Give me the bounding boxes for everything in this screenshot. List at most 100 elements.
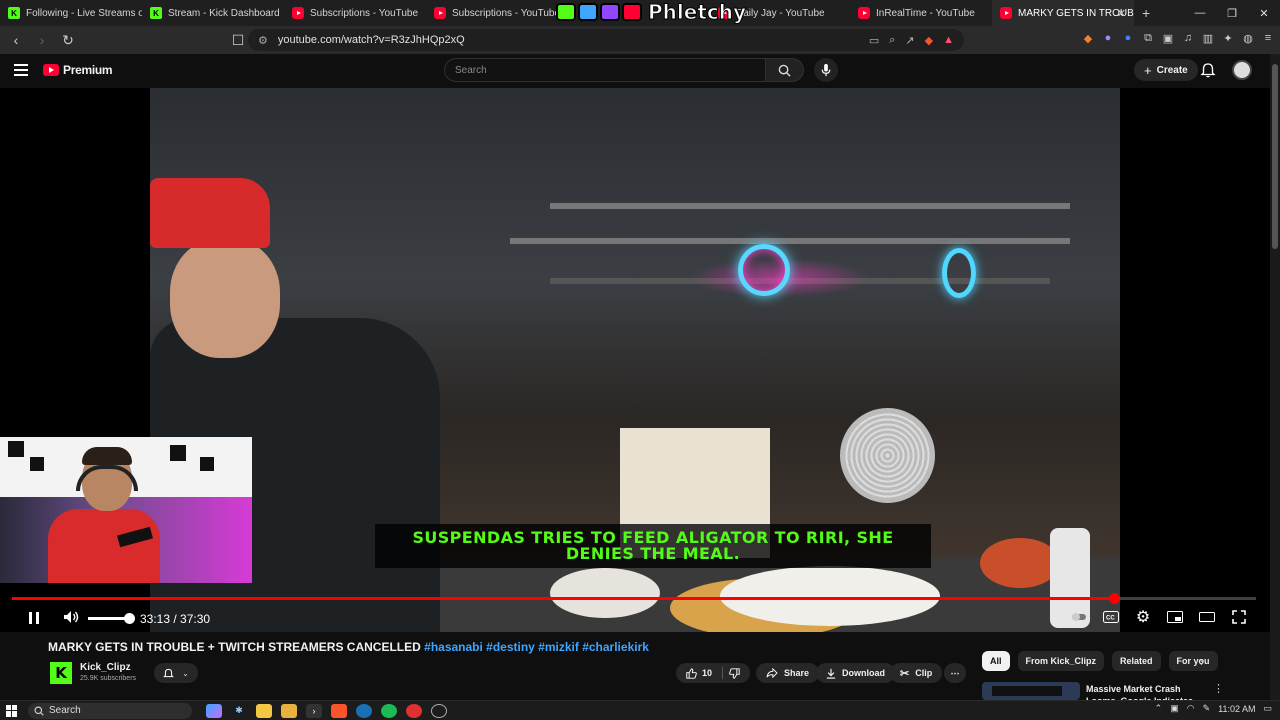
more-vertical-icon[interactable]: ⋮ [1213, 682, 1224, 695]
browser-tab[interactable]: Subscriptions - YouTube [426, 0, 568, 26]
fullscreen-icon[interactable] [1230, 608, 1248, 626]
browser-tab-active[interactable]: MARKY GETS IN TROUB ✕ [992, 0, 1134, 26]
browser-tab[interactable]: Subscriptions - YouTube [284, 0, 426, 26]
extension-box-icon[interactable]: ▣ [1162, 32, 1174, 46]
taskbar-search[interactable]: Search [28, 702, 192, 719]
back-icon[interactable]: ‹ [6, 32, 26, 48]
search-button[interactable] [766, 58, 804, 82]
volume-slider[interactable] [88, 613, 135, 624]
tray-expand-icon[interactable]: ⌃ [1155, 703, 1163, 714]
brave-rewards-icon[interactable]: ▲ [943, 34, 954, 47]
extensions-toolbar: ◆ ● ● ⧉ ▣ ♫ ▥ ✦ ◍ ≡ [1082, 32, 1274, 46]
file-explorer-icon[interactable] [281, 703, 297, 718]
volume-icon[interactable] [62, 608, 80, 626]
recommended-video-thumbnail[interactable] [982, 682, 1080, 700]
more-actions-button[interactable]: ⋯ [944, 663, 966, 683]
spotify-icon[interactable] [381, 703, 397, 718]
site-settings-icon[interactable]: ⚙ [258, 34, 268, 47]
hamburger-menu-icon[interactable] [14, 64, 28, 76]
brave-browser-icon[interactable] [331, 703, 347, 718]
account-avatar[interactable] [1232, 60, 1252, 80]
leo-ai-icon[interactable]: ✦ [1222, 32, 1234, 46]
volume-knob[interactable] [124, 613, 135, 624]
subtitles-icon[interactable]: CC [1102, 608, 1120, 626]
chevron-right-icon[interactable]: › [1200, 655, 1204, 669]
notepad-icon[interactable] [256, 703, 272, 718]
terminal-icon[interactable]: › [306, 703, 322, 718]
cast-icon[interactable]: ▭ [869, 34, 879, 47]
channel-avatar[interactable]: K [50, 662, 72, 684]
zoom-icon[interactable]: ⌕ [889, 34, 895, 47]
extension-circle-icon[interactable]: ● [1122, 32, 1134, 46]
video-player[interactable]: SUSPENDAS TRIES TO FEED ALIGATOR TO RIRI… [0, 88, 1270, 632]
page-scrollbar[interactable] [1270, 54, 1280, 700]
voice-search-button[interactable] [814, 58, 838, 82]
wifi-icon[interactable]: ◠ [1187, 703, 1195, 714]
autoplay-toggle[interactable] [1070, 608, 1088, 626]
clip-button[interactable]: ✂ Clip [890, 663, 943, 683]
browser-menu-icon[interactable]: ≡ [1262, 32, 1274, 46]
theater-mode-icon[interactable] [1198, 608, 1216, 626]
overlay-logo-text: Phletchy [647, 0, 747, 25]
widgets-icon[interactable]: ✱ [231, 704, 247, 718]
browser-tab[interactable]: K Stream - Kick Dashboard [142, 0, 284, 26]
pen-icon[interactable]: ✎ [1203, 703, 1211, 714]
pause-button[interactable] [26, 608, 42, 628]
progress-bar[interactable] [12, 593, 1256, 604]
tray-app-icon[interactable]: ▣ [1170, 703, 1179, 714]
chip-from-channel[interactable]: From Kick_Clipz [1017, 651, 1105, 671]
clock-text[interactable]: 11:02 AM [1218, 704, 1255, 714]
video-title-text: MARKY GETS IN TROUBLE + TWITCH STREAMERS… [48, 640, 421, 654]
notification-center-icon[interactable]: ▭ [1263, 703, 1272, 714]
download-button[interactable]: Download [816, 663, 895, 683]
share-page-icon[interactable]: ↗ [905, 34, 914, 47]
steam-icon[interactable] [356, 703, 372, 718]
extension-fox-icon[interactable]: ◆ [1082, 32, 1094, 46]
copilot-icon[interactable] [206, 703, 222, 718]
video-title: MARKY GETS IN TROUBLE + TWITCH STREAMERS… [48, 640, 649, 654]
chip-related[interactable]: Related [1112, 651, 1161, 671]
search-input[interactable] [444, 58, 766, 82]
reload-icon[interactable]: ↻ [58, 32, 78, 49]
app-settings-icon[interactable] [431, 703, 447, 718]
new-tab-button[interactable]: + [1142, 5, 1150, 21]
forward-icon[interactable]: › [32, 32, 52, 48]
address-bar-row: ‹ › ↻ ☐ ⚙ youtube.com/watch?v=R3zJhHQp2x… [0, 26, 1280, 54]
chip-all[interactable]: All [982, 651, 1010, 671]
neon-sign [942, 248, 976, 298]
restore-button[interactable]: ❐ [1216, 0, 1248, 26]
close-tab-icon[interactable]: ✕ [1117, 7, 1126, 20]
like-button[interactable]: 10 [686, 667, 712, 679]
scissors-icon: ✂ [900, 667, 910, 680]
url-field[interactable]: ⚙ youtube.com/watch?v=R3zJhHQp2xQ ▭ ⌕ ↗ … [248, 29, 964, 51]
youtube-premium-logo[interactable]: Premium [43, 63, 113, 77]
windows-start-icon[interactable] [6, 704, 18, 717]
close-window-button[interactable]: ✕ [1248, 0, 1280, 26]
browser-tab[interactable]: InRealTime - YouTube [850, 0, 992, 26]
share-button[interactable]: Share [756, 663, 820, 683]
settings-gear-icon[interactable]: ⚙ [1134, 608, 1152, 626]
extensions-puzzle-icon[interactable]: ⧉ [1142, 32, 1154, 46]
browser-tab[interactable]: K Following - Live Streams on Ki [0, 0, 142, 26]
create-button[interactable]: + Create [1134, 59, 1198, 81]
miniplayer-icon[interactable] [1166, 608, 1184, 626]
notifications-bell-icon[interactable] [1200, 62, 1216, 78]
chip-for-you[interactable]: For you [1168, 651, 1218, 671]
youtube-logo-icon [622, 3, 642, 21]
channel-name[interactable]: Kick_Clipz [80, 662, 131, 673]
scrollbar-thumb[interactable] [1272, 64, 1278, 249]
subscribed-notifications-button[interactable]: ⌄ [154, 663, 198, 683]
thumbs-down-icon[interactable] [729, 667, 740, 679]
tab-title: Daily Jay - YouTube [736, 7, 825, 19]
recommended-video-title[interactable]: Massive Market Crash Looms, Google Indic… [1086, 683, 1206, 700]
media-icon[interactable]: ♫ [1182, 32, 1194, 46]
sidebar-toggle-icon[interactable]: ▥ [1202, 32, 1214, 46]
vpn-icon[interactable]: ◍ [1242, 32, 1254, 46]
bookmark-icon[interactable]: ☐ [228, 32, 248, 49]
app-red-icon[interactable] [406, 703, 422, 718]
brave-shield-icon[interactable]: ◆ [925, 34, 933, 47]
video-hashtags[interactable]: #hasanabi #destiny #mizkif #charliekirk [424, 640, 649, 654]
extension-cloud-icon[interactable]: ● [1102, 32, 1114, 46]
video-caption: SUSPENDAS TRIES TO FEED ALIGATOR TO RIRI… [375, 524, 931, 568]
minimize-button[interactable]: — [1184, 0, 1216, 26]
